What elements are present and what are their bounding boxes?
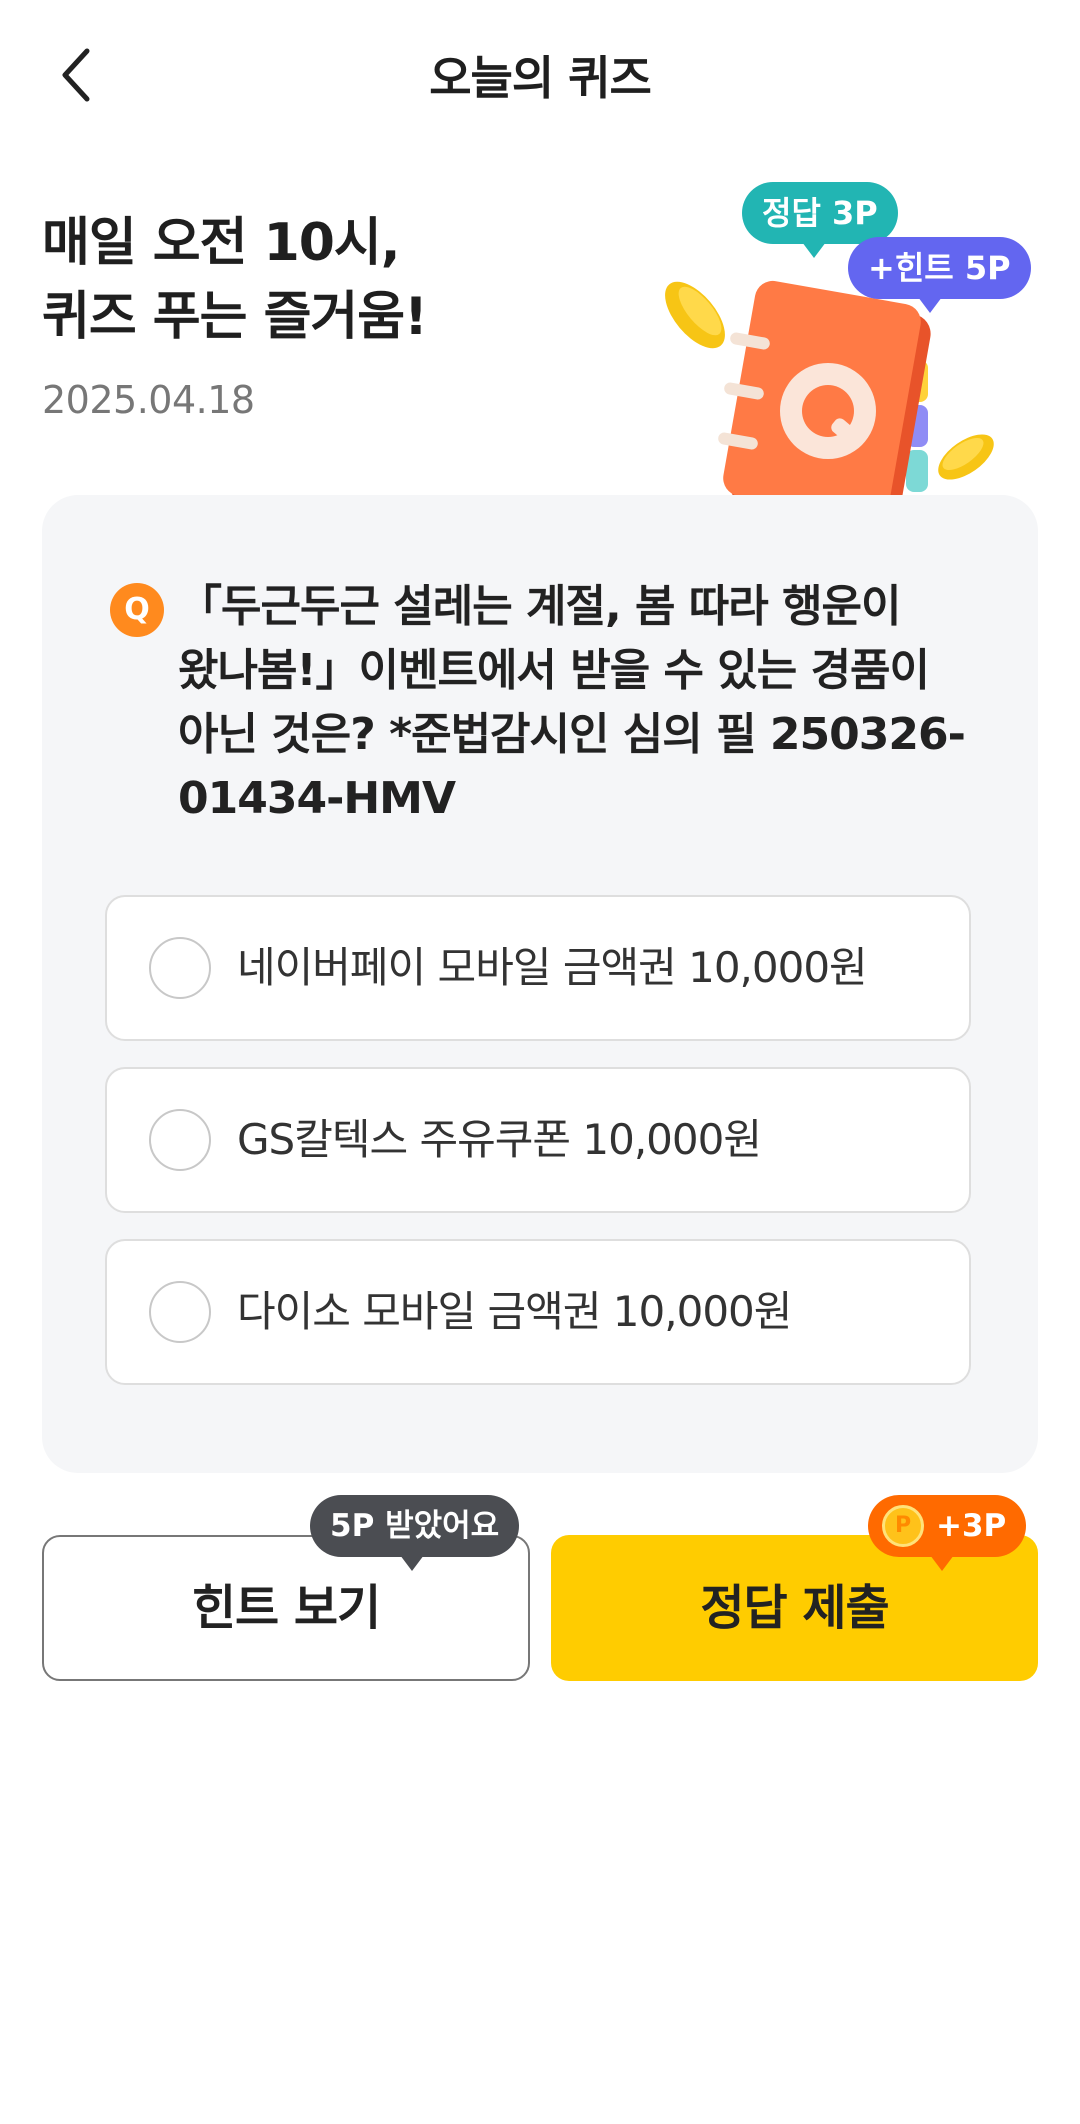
page-title: 오늘의 퀴즈 — [429, 51, 652, 105]
answer-option-2[interactable]: GS칼텍스 주유쿠폰 10,000원 — [105, 1067, 971, 1213]
app-header: 오늘의 퀴즈 — [0, 0, 1080, 150]
answer-option-3[interactable]: 다이소 모바일 금액권 10,000원 — [105, 1239, 971, 1385]
answer-option-label: GS칼텍스 주유쿠폰 10,000원 — [237, 1115, 762, 1164]
hero-title-line1: 매일 오전 10시, — [42, 213, 401, 273]
radio-button[interactable] — [149, 1281, 211, 1343]
question-badge: Q — [110, 583, 164, 637]
radio-button[interactable] — [149, 1109, 211, 1171]
answer-option-1[interactable]: 네이버페이 모바일 금액권 10,000원 — [105, 895, 971, 1041]
submit-reward-label: +3P — [936, 1508, 1007, 1544]
answer-option-label: 네이버페이 모바일 금액권 10,000원 — [237, 943, 868, 992]
hint-received-tooltip: 5P 받았어요 — [310, 1495, 520, 1571]
quiz-date: 2025.04.18 — [42, 378, 255, 422]
answer-options: 네이버페이 모바일 금액권 10,000원 GS칼텍스 주유쿠폰 10,000원… — [105, 895, 975, 1411]
hint-points-bubble: +힌트 5P — [848, 237, 1031, 313]
submit-reward-tooltip: P +3P — [868, 1495, 1027, 1571]
question-text: 「두근두근 설레는 계절, 봄 따라 행운이 왔나봄!」이벤트에서 받을 수 있… — [178, 581, 966, 824]
hero-title: 매일 오전 10시, 퀴즈 푸는 즐거움! — [42, 206, 428, 354]
hero-title-line2: 퀴즈 푸는 즐거움! — [42, 287, 428, 347]
answer-option-label: 다이소 모바일 금액권 10,000원 — [237, 1287, 792, 1336]
quiz-card: Q 「두근두근 설레는 계절, 봄 따라 행운이 왔나봄!」이벤트에서 받을 수… — [42, 495, 1038, 1473]
radio-button[interactable] — [149, 937, 211, 999]
answer-points-bubble: 정답 3P — [742, 182, 898, 258]
point-coin-icon: P — [882, 1505, 924, 1547]
